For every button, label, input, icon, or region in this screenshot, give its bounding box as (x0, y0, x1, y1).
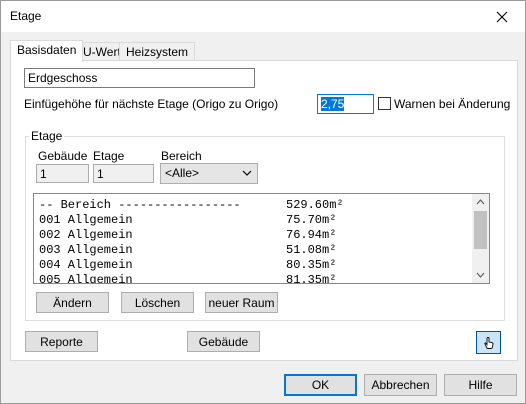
etage-label: Etage (93, 149, 125, 163)
scroll-up-icon[interactable] (476, 199, 485, 205)
bereich-label: Bereich (161, 149, 202, 163)
list-item[interactable]: 003 Allgemein 51.08m² (39, 243, 336, 257)
warn-checkbox[interactable] (378, 97, 391, 110)
hand-pointer-icon (483, 336, 493, 349)
loeschen-button[interactable]: Löschen (121, 292, 194, 313)
list-item-area: 75.70m² (286, 213, 337, 227)
list-item-area: 529.60m² (286, 198, 344, 212)
aendern-button[interactable]: Ändern (36, 292, 109, 313)
gebaeude-label: Gebäude (38, 149, 88, 163)
list-item-name: 003 Allgemein (39, 243, 133, 257)
etage-name-input[interactable]: Erdgeschoss (24, 68, 255, 88)
tab-heizsystem[interactable]: Heizsystem (119, 42, 196, 62)
etage-field[interactable]: 1 (93, 164, 154, 183)
chevron-down-icon (242, 170, 252, 176)
height-input[interactable]: 2,75 (317, 94, 374, 114)
list-item-area: 80.35m² (286, 258, 337, 272)
tab-basisdaten[interactable]: Basisdaten (10, 40, 84, 62)
warn-label: Warnen bei Änderung (394, 97, 511, 111)
gebaeude-button[interactable]: Gebäude (187, 331, 260, 352)
list-scrollbar[interactable] (472, 194, 489, 283)
bereich-select[interactable]: <Alle> (160, 163, 258, 184)
close-button[interactable] (479, 1, 525, 32)
list-item-area: 51.08m² (286, 243, 337, 257)
abbrechen-button[interactable]: Abbrechen (364, 374, 437, 396)
list-item-area: 81.35m² (286, 273, 337, 284)
list-item[interactable]: -- Bereich ----------------- 529.60m² (39, 198, 344, 212)
scrollbar-thumb[interactable] (474, 211, 487, 249)
scroll-down-icon[interactable] (476, 272, 485, 278)
tool-button[interactable] (476, 331, 501, 354)
list-item-name: 005 Allgemein (39, 273, 133, 284)
room-listbox[interactable]: -- Bereich ----------------- 529.60m² 001… (33, 193, 490, 284)
list-item[interactable]: 002 Allgemein 76.94m² (39, 228, 336, 242)
etage-group-legend: Etage (29, 129, 65, 143)
title-bar: Etage (1, 1, 525, 32)
list-item[interactable]: 005 Allgemein 81.35m² (39, 273, 336, 284)
list-item-name: 004 Allgemein (39, 258, 133, 272)
height-label: Einfügehöhe für nächste Etage (Origo zu … (24, 97, 279, 111)
gebaeude-field[interactable]: 1 (36, 164, 89, 183)
window-title: Etage (10, 9, 42, 23)
hilfe-button[interactable]: Hilfe (444, 374, 517, 396)
ok-button[interactable]: OK (284, 374, 357, 396)
height-value-selected: 2,75 (321, 97, 345, 111)
close-icon (496, 11, 508, 22)
reporte-button[interactable]: Reporte (25, 331, 98, 352)
list-item[interactable]: 001 Allgemein 75.70m² (39, 213, 336, 227)
dialog-window: Etage Basisdaten U-Wert Heizsystem Erdge… (0, 0, 526, 404)
list-item-area: 76.94m² (286, 228, 337, 242)
list-item-name: -- Bereich ----------------- (39, 198, 241, 212)
list-item-name: 002 Allgemein (39, 228, 133, 242)
neuer-raum-button[interactable]: neuer Raum (205, 292, 278, 313)
bereich-selected-value: <Alle> (165, 166, 200, 180)
list-item-name: 001 Allgemein (39, 213, 133, 227)
list-item[interactable]: 004 Allgemein 80.35m² (39, 258, 336, 272)
